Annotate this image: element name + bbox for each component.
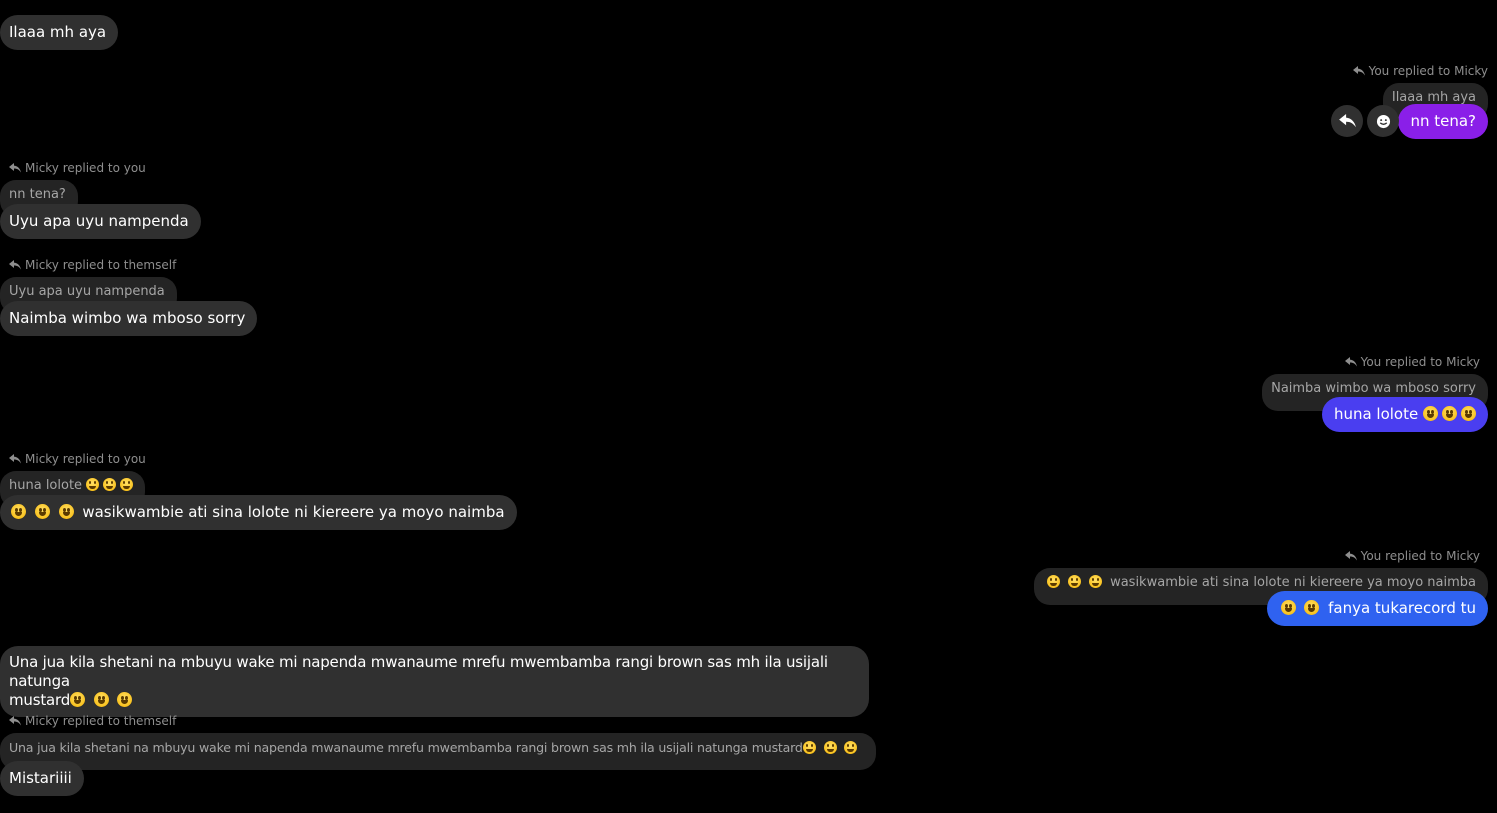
reply-context: Micky replied to themself — [0, 714, 876, 728]
reply-context: You replied to Micky — [1262, 355, 1488, 369]
reply-arrow-icon — [9, 163, 21, 173]
smiley-icon — [1376, 114, 1390, 128]
reply-arrow-icon — [1352, 66, 1365, 76]
grimace-emoji-icon — [802, 741, 816, 754]
message-row: You replied to Micky wasikwambie ati sin… — [1033, 549, 1488, 626]
message-bubble[interactable]: fanya tukarecord tu — [1266, 591, 1488, 626]
reply-label: Micky replied to you — [25, 161, 146, 175]
tongue-emoji-icon — [1088, 575, 1102, 588]
message-thread: Ilaaa mh aya You replied to Micky Ilaaa … — [0, 0, 1497, 813]
message-bubble[interactable]: wasikwambie ati sina lolote ni kiereere … — [0, 495, 517, 530]
message-row: You replied to Micky Ilaaa mh aya nn ten… — [1331, 64, 1488, 139]
grimace-emoji-icon — [70, 692, 86, 707]
message-row: Una jua kila shetani na mbuyu wake mi na… — [0, 646, 869, 717]
message-bubble[interactable]: Naimba wimbo wa mboso sorry — [0, 301, 258, 336]
reply-label: You replied to Micky — [1360, 355, 1480, 369]
grimace-emoji-icon — [1046, 575, 1060, 588]
reply-context: Micky replied to you — [0, 161, 201, 175]
message-text: huna lolote — [1333, 405, 1419, 423]
grimace-emoji-icon — [11, 504, 26, 519]
tongue-emoji-icon — [117, 692, 133, 707]
reply-context: You replied to Micky — [1034, 549, 1488, 563]
reply-label: Micky replied to you — [25, 452, 146, 466]
reply-label: You replied to Micky — [1360, 549, 1480, 563]
grin-emoji-icon — [1423, 406, 1438, 421]
reply-arrow-icon — [9, 716, 21, 726]
reply-arrow-icon — [1338, 114, 1356, 128]
message-bubble[interactable]: Ilaaa mh aya — [0, 15, 119, 50]
grin-emoji-icon — [86, 478, 100, 491]
message-bubble[interactable]: huna lolote — [1321, 397, 1488, 432]
reply-context: Micky replied to you — [0, 452, 517, 466]
message-bubble[interactable]: Uyu apa uyu nampenda — [0, 204, 201, 239]
quote-text: huna lolote — [9, 478, 83, 493]
message-text: fanya tukarecord tu — [1328, 599, 1476, 617]
grin-emoji-icon — [120, 478, 134, 491]
tongue-emoji-icon — [844, 741, 858, 754]
laugh-emoji-icon — [93, 692, 109, 707]
message-bubble[interactable]: Una jua kila shetani na mbuyu wake mi na… — [0, 646, 869, 717]
reply-arrow-icon — [9, 260, 21, 270]
laugh-emoji-icon — [823, 741, 837, 754]
message-row: You replied to Micky Naimba wimbo wa mbo… — [1262, 355, 1488, 432]
reply-context: You replied to Micky — [1352, 64, 1488, 78]
tongue-emoji-icon — [1280, 600, 1296, 615]
message-row: Ilaaa mh aya — [0, 15, 119, 50]
reply-arrow-icon — [9, 454, 21, 464]
reply-context: Micky replied to themself — [0, 258, 257, 272]
tongue-emoji-icon — [1304, 600, 1320, 615]
reply-label: Micky replied to themself — [25, 714, 177, 728]
quoted-message[interactable]: Una jua kila shetani na mbuyu wake mi na… — [0, 733, 876, 770]
reply-button[interactable] — [1331, 105, 1363, 137]
reply-arrow-icon — [1344, 551, 1357, 561]
react-button[interactable] — [1367, 105, 1399, 137]
grin-emoji-icon — [1442, 406, 1457, 421]
reply-arrow-icon — [1344, 357, 1357, 367]
reply-label: Micky replied to themself — [25, 258, 177, 272]
quote-text: wasikwambie ati sina lolote ni kiereere … — [1110, 575, 1476, 590]
message-row: Micky replied to themself Una jua kila s… — [0, 714, 876, 796]
message-bubble[interactable]: Mistariiii — [0, 761, 84, 796]
laugh-emoji-icon — [1067, 575, 1081, 588]
message-text: wasikwambie ati sina lolote ni kiereere … — [82, 503, 505, 521]
grin-emoji-icon — [1461, 406, 1476, 421]
message-text-line: Una jua kila shetani na mbuyu wake mi na… — [9, 653, 828, 690]
message-text: mustard — [9, 691, 71, 709]
grin-emoji-icon — [103, 478, 117, 491]
quote-text: Una jua kila shetani na mbuyu wake mi na… — [9, 740, 803, 755]
message-text-line-2: mustard — [9, 691, 857, 710]
message-bubble[interactable]: nn tena? — [1398, 104, 1488, 139]
message-row: Micky replied to you huna lolote wasikwa… — [0, 452, 517, 530]
tongue-emoji-icon — [58, 504, 74, 519]
message-row: Micky replied to themself Uyu apa uyu na… — [0, 258, 258, 336]
reply-label: You replied to Micky — [1368, 64, 1488, 78]
message-row: Micky replied to you nn tena? Uyu apa uy… — [0, 161, 201, 239]
laugh-emoji-icon — [34, 504, 50, 519]
